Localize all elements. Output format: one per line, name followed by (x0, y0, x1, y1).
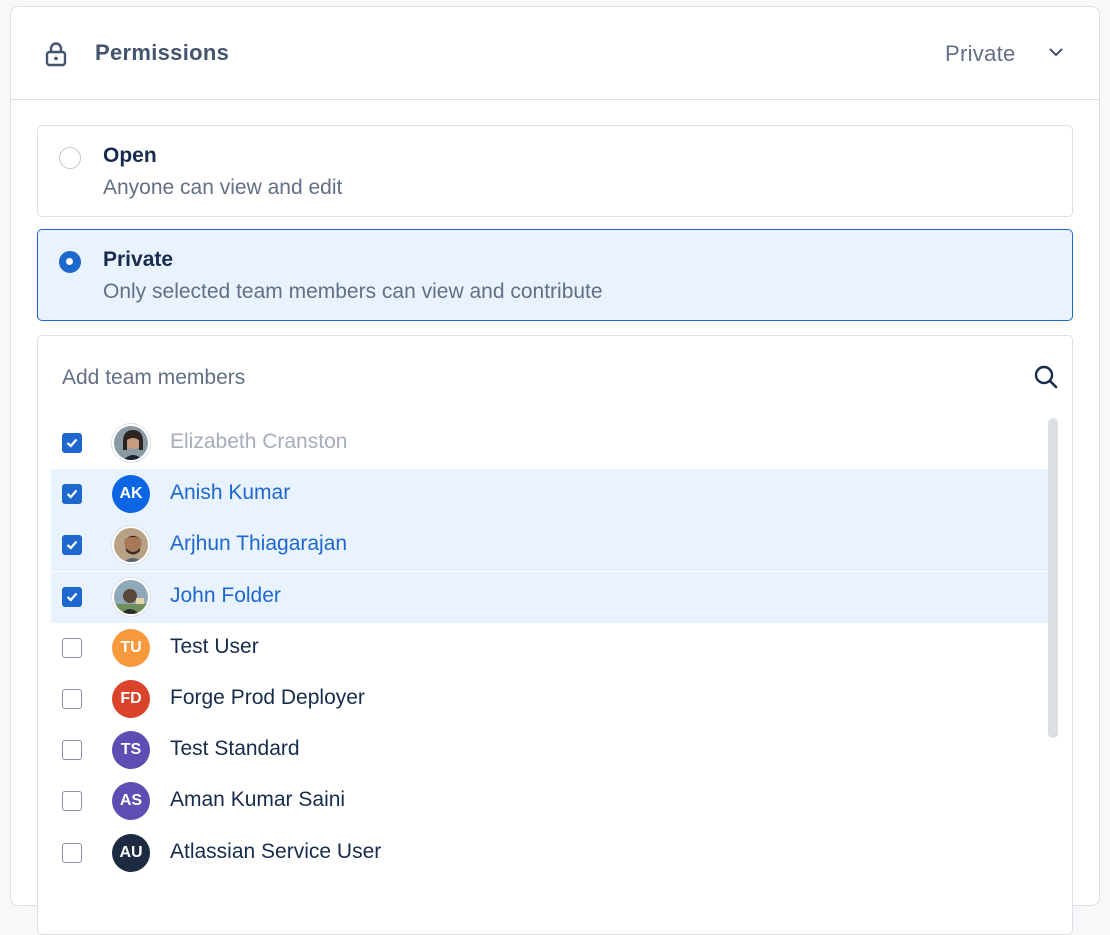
open-radio[interactable] (59, 147, 81, 169)
option-description: Only selected team members can view and … (103, 280, 603, 303)
avatar: TS (112, 731, 150, 770)
member-row[interactable]: John Folder (51, 571, 1048, 623)
private-radio[interactable] (59, 251, 81, 273)
member-name: Forge Prod Deployer (170, 686, 365, 709)
permissions-header[interactable]: Permissions Private (11, 7, 1099, 100)
member-row[interactable]: Elizabeth Cranston (51, 418, 1048, 469)
lock-icon (45, 42, 67, 67)
checkmark-icon (66, 438, 78, 448)
member-checkbox[interactable] (62, 535, 82, 556)
avatar: AK (112, 475, 150, 514)
member-name: Elizabeth Cranston (170, 430, 348, 453)
member-checkbox[interactable] (62, 433, 82, 453)
option-title: Open (103, 144, 157, 167)
option-private[interactable]: Private Only selected team members can v… (37, 229, 1073, 321)
checkmark-icon (66, 592, 78, 602)
option-description: Anyone can view and edit (103, 176, 343, 199)
option-open[interactable]: Open Anyone can view and edit (37, 125, 1073, 217)
checkmark-icon (66, 541, 78, 550)
member-row[interactable]: TS Test Standard (51, 725, 1048, 776)
member-checkbox[interactable] (62, 689, 82, 709)
checkmark-icon (66, 489, 78, 499)
member-row[interactable]: AS Aman Kumar Saini (51, 776, 1048, 827)
member-name: Test Standard (170, 737, 300, 761)
search-icon[interactable] (1033, 364, 1059, 390)
member-row[interactable]: TU Test User (51, 623, 1048, 674)
avatar (112, 424, 150, 462)
avatar: TU (112, 628, 150, 667)
member-checkbox[interactable] (62, 484, 82, 505)
member-checkbox[interactable] (62, 842, 82, 863)
avatar: FD (112, 680, 150, 718)
option-title: Private (103, 248, 174, 271)
permissions-panel: Permissions Private Open Anyone can view… (10, 6, 1100, 935)
avatar: AS (112, 782, 150, 821)
member-name: Test User (170, 634, 259, 658)
member-row[interactable]: FD Forge Prod Deployer (51, 674, 1048, 725)
member-row[interactable]: AU Atlassian Service User (51, 828, 1048, 879)
scrollbar[interactable] (1048, 418, 1058, 738)
add-team-members-label: Add team members (62, 366, 246, 389)
avatar: AU (112, 833, 150, 872)
member-checkbox[interactable] (62, 637, 82, 658)
member-name: Anish Kumar (170, 481, 291, 505)
page-title: Permissions (95, 40, 230, 65)
member-checkbox[interactable] (62, 586, 82, 607)
member-name: Arjhun Thiagarajan (170, 532, 348, 556)
member-row[interactable]: Arjhun Thiagarajan (51, 520, 1048, 572)
chevron-down-icon[interactable] (1047, 45, 1065, 59)
member-name: Atlassian Service User (170, 839, 382, 863)
member-name: John Folder (170, 583, 281, 607)
member-row[interactable]: AK Anish Kumar (51, 469, 1048, 521)
avatar (112, 577, 150, 616)
member-checkbox[interactable] (62, 740, 82, 761)
member-checkbox[interactable] (62, 791, 82, 812)
member-name: Aman Kumar Saini (170, 788, 346, 812)
avatar (112, 526, 150, 565)
team-members-panel: Add team members Elizabeth Cranston AK Ani… (37, 335, 1073, 935)
permission-value[interactable]: Private (945, 41, 1016, 67)
